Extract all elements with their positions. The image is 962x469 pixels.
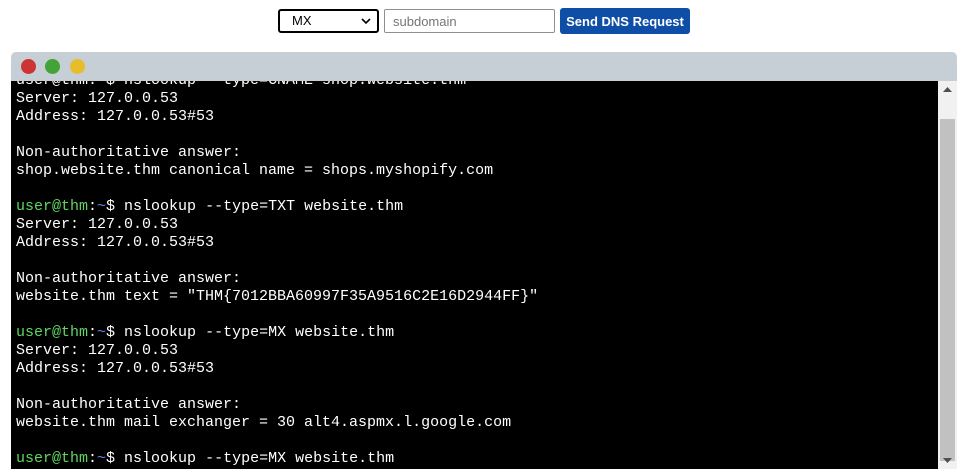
minimize-dot-icon[interactable] xyxy=(70,59,85,74)
prompt-separator: : xyxy=(88,450,98,467)
command-text: $ nslookup --type=MX website.thm xyxy=(106,324,395,341)
prompt-path: ~ xyxy=(97,198,107,215)
output-text: Non-authoritative answer: xyxy=(16,396,242,413)
maximize-dot-icon[interactable] xyxy=(45,59,60,74)
terminal-line: Server: 127.0.0.53 xyxy=(16,342,538,360)
prompt-separator: : xyxy=(88,198,98,215)
terminal-scrollbar[interactable] xyxy=(938,81,957,469)
terminal-line: user@thm:~$ nslookup --type=CNAME shop.w… xyxy=(16,81,538,90)
output-text: website.thm text = "THM{7012BBA60997F35A… xyxy=(16,288,539,305)
output-text: Server: 127.0.0.53 xyxy=(16,90,179,107)
record-type-value: MX xyxy=(292,13,312,28)
close-dot-icon[interactable] xyxy=(21,59,36,74)
arrow-up-icon[interactable] xyxy=(938,81,957,98)
record-type-select[interactable]: MX xyxy=(278,9,379,33)
output-text: Address: 127.0.0.53#53 xyxy=(16,108,215,125)
terminal-window: user@thm:~$ nslookup --type=CNAME shop.w… xyxy=(11,52,957,469)
arrow-down-icon[interactable] xyxy=(938,452,957,469)
output-text: Non-authoritative answer: xyxy=(16,270,242,287)
terminal-prompt-line: user@thm:~$ nslookup --type=MX website.t… xyxy=(16,450,538,468)
send-dns-request-button[interactable]: Send DNS Request xyxy=(560,8,690,34)
output-text: Server: 127.0.0.53 xyxy=(16,342,179,359)
terminal-line: website.thm text = "THM{7012BBA60997F35A… xyxy=(16,288,538,306)
chevron-down-icon xyxy=(361,18,371,25)
output-text: shop.website.thm canonical name = shops.… xyxy=(16,162,494,179)
terminal-line: Non-authoritative answer: xyxy=(16,144,538,162)
scrollbar-thumb[interactable] xyxy=(940,119,955,461)
terminal-prompt-line: user@thm:~$ nslookup --type=MX website.t… xyxy=(16,324,538,342)
output-text: Non-authoritative answer: xyxy=(16,144,242,161)
prompt-user: user@thm xyxy=(16,324,89,341)
terminal-line: Address: 127.0.0.53#53 xyxy=(16,234,538,252)
terminal-line: Non-authoritative answer: xyxy=(16,270,538,288)
command-text: $ nslookup --type=MX website.thm xyxy=(106,450,395,467)
command-text: $ nslookup --type=TXT website.thm xyxy=(106,198,404,215)
terminal-lines: user@thm:~$ nslookup --type=CNAME shop.w… xyxy=(16,81,538,468)
output-text: Address: 127.0.0.53#53 xyxy=(16,360,215,377)
terminal-titlebar xyxy=(11,52,957,81)
prompt-path: ~ xyxy=(97,450,107,467)
terminal-line: Server: 127.0.0.53 xyxy=(16,216,538,234)
terminal-prompt-line: user@thm:~$ nslookup --type=TXT website.… xyxy=(16,198,538,216)
terminal-line: website.thm mail exchanger = 30 alt4.asp… xyxy=(16,414,538,432)
output-text: Server: 127.0.0.53 xyxy=(16,216,179,233)
terminal-output[interactable]: user@thm:~$ nslookup --type=CNAME shop.w… xyxy=(11,81,938,469)
terminal-line: Address: 127.0.0.53#53 xyxy=(16,360,538,378)
prompt-user: user@thm xyxy=(16,450,89,467)
terminal-line: shop.website.thm canonical name = shops.… xyxy=(16,162,538,180)
output-text: website.thm mail exchanger = 30 alt4.asp… xyxy=(16,414,512,431)
terminal-line: Address: 127.0.0.53#53 xyxy=(16,108,538,126)
terminal-line: Server: 127.0.0.53 xyxy=(16,90,538,108)
dns-toolbar: MX Send DNS Request xyxy=(0,8,962,34)
prompt-separator: : xyxy=(88,324,98,341)
output-text: user@thm:~$ nslookup --type=CNAME shop.w… xyxy=(16,81,466,89)
subdomain-input[interactable] xyxy=(384,9,555,33)
terminal-line: Non-authoritative answer: xyxy=(16,396,538,414)
output-text: Address: 127.0.0.53#53 xyxy=(16,234,215,251)
prompt-user: user@thm xyxy=(16,198,89,215)
prompt-path: ~ xyxy=(97,324,107,341)
